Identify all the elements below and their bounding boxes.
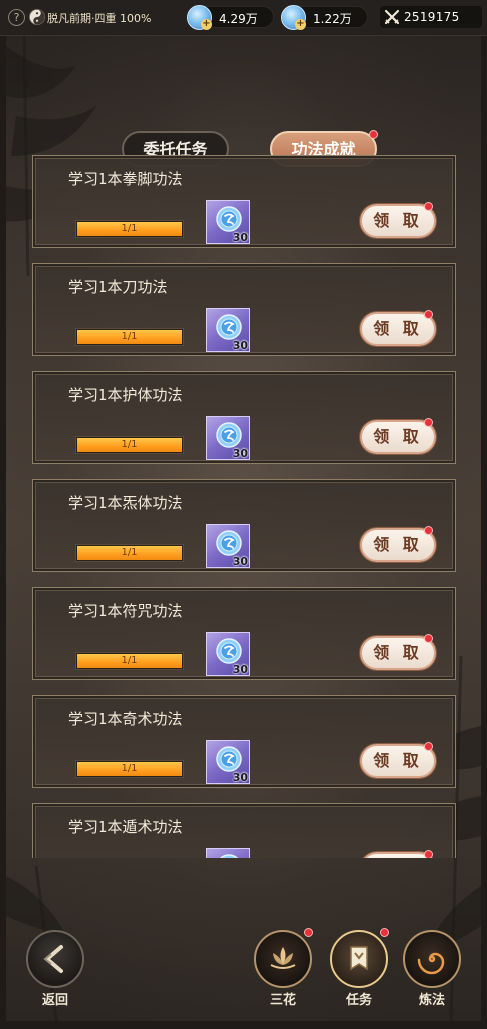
claim-button[interactable]: 领 取 [360, 310, 436, 346]
reward-count: 30 [232, 771, 248, 784]
progress-bar: 1/1 [75, 328, 184, 346]
currency-spirit-stone[interactable]: + 4.29万 [187, 5, 274, 30]
claim-label: 领 取 [373, 319, 423, 338]
progress-text: 1/1 [121, 655, 138, 666]
spirit-gem-icon [216, 530, 242, 556]
task-row: 学习1本符咒功法 1/1 30 领 取 [32, 587, 456, 680]
task-banner-icon [350, 946, 368, 971]
progress-bar: 1/1 [75, 436, 184, 454]
notification-badge [424, 418, 433, 427]
swirl-icon [417, 952, 445, 975]
notification-badge [424, 850, 433, 858]
top-status-bar: ? 脱凡前期·四重 100% + 4.29万 + 1.22万 2519175 [0, 0, 487, 36]
claim-label: 领 取 [373, 427, 423, 446]
claim-button[interactable]: 领 取 [360, 742, 436, 778]
currency-spirit-jade[interactable]: + 1.22万 [281, 5, 368, 30]
plus-icon[interactable]: + [201, 19, 212, 30]
reward-item[interactable]: 30 [206, 200, 250, 244]
reward-count: 30 [232, 663, 248, 676]
task-list[interactable]: 学习1本拳脚功法 1/1 30 领 取 学习1本刀功法 1/1 30 领 取 学… [30, 152, 458, 858]
back-label: 返回 [41, 993, 68, 1008]
yinyang-icon [29, 9, 45, 25]
nav-three-flowers[interactable] [254, 928, 313, 988]
task-row: 学习1本炁体功法 1/1 30 领 取 [32, 479, 456, 572]
currency-value: 4.29万 [219, 12, 258, 26]
spirit-gem-icon [216, 206, 242, 232]
reward-item[interactable]: 30 [206, 308, 250, 352]
reward-item[interactable]: 30 [206, 524, 250, 568]
notification-badge [424, 634, 433, 643]
task-row: 学习1本拳脚功法 1/1 30 领 取 [32, 155, 456, 248]
reward-item[interactable]: 30 [206, 416, 250, 460]
notification-badge [304, 928, 313, 937]
progress-text: 1/1 [121, 763, 138, 774]
progress-bar: 1/1 [75, 760, 184, 778]
nav-three-flowers-label: 三花 [269, 993, 296, 1008]
notification-badge [380, 928, 389, 937]
claim-button[interactable]: 领 取 [360, 202, 436, 238]
task-title: 学习1本刀功法 [68, 278, 168, 296]
claim-button[interactable]: 领 取 [360, 634, 436, 670]
claim-button[interactable]: 领 取 [360, 526, 436, 562]
help-icon[interactable]: ? [8, 9, 25, 26]
reward-count: 30 [232, 339, 248, 352]
spirit-gem-icon [219, 854, 239, 858]
nav-task-label: 任务 [345, 993, 372, 1008]
reward-item[interactable]: 30 [206, 740, 250, 784]
progress-text: 1/1 [121, 331, 138, 342]
notification-badge [424, 742, 433, 751]
notification-badge [424, 526, 433, 535]
back-button[interactable] [26, 930, 84, 988]
realm-status-text: 脱凡前期·四重 100% [47, 12, 152, 25]
currency-value: 1.22万 [313, 12, 352, 26]
spirit-gem-icon [216, 746, 242, 772]
lotus-icon [270, 947, 296, 969]
spirit-gem-icon [216, 314, 242, 340]
task-title: 学习1本符咒功法 [68, 602, 183, 620]
notification-badge [424, 310, 433, 319]
reward-count: 30 [232, 447, 248, 460]
spirit-gem-icon [216, 638, 242, 664]
claim-label: 领 取 [373, 211, 423, 230]
notification-badge [424, 202, 433, 211]
task-row: 学习1本护体功法 1/1 30 领 取 [32, 371, 456, 464]
task-title: 学习1本奇术功法 [68, 710, 183, 728]
progress-bar: 1/1 [75, 220, 184, 238]
crossed-swords-icon [384, 9, 400, 25]
reward-item[interactable]: 30 [206, 848, 250, 858]
reward-count: 30 [232, 555, 248, 568]
combat-power: 2519175 [380, 6, 482, 28]
reward-item[interactable]: 30 [206, 632, 250, 676]
progress-bar: 1/1 [75, 652, 184, 670]
progress-text: 1/1 [121, 439, 138, 450]
claim-label: 领 取 [373, 535, 423, 554]
progress-text: 1/1 [121, 223, 138, 234]
task-title: 学习1本炁体功法 [68, 494, 183, 512]
plus-icon[interactable]: + [295, 19, 306, 30]
progress-bar: 1/1 [75, 544, 184, 562]
reward-count: 30 [232, 231, 248, 244]
task-title: 学习1本护体功法 [68, 386, 183, 404]
task-row: 学习1本遁术功法 1/1 30 领 取 [32, 803, 456, 858]
claim-button[interactable]: 领 取 [360, 418, 436, 454]
claim-button[interactable]: 领 取 [360, 850, 436, 858]
task-row: 学习1本奇术功法 1/1 30 领 取 [32, 695, 456, 788]
power-value: 2519175 [404, 10, 460, 24]
claim-label: 领 取 [373, 751, 423, 770]
nav-task[interactable] [330, 928, 389, 988]
nav-refine-label: 炼法 [418, 993, 445, 1008]
spirit-gem-icon [216, 422, 242, 448]
task-row: 学习1本刀功法 1/1 30 领 取 [32, 263, 456, 356]
claim-label: 领 取 [373, 643, 423, 662]
task-title: 学习1本遁术功法 [68, 818, 183, 836]
back-arrow-icon [43, 945, 63, 973]
task-title: 学习1本拳脚功法 [68, 170, 183, 188]
notification-badge [369, 130, 378, 139]
nav-refine[interactable] [403, 930, 461, 988]
progress-text: 1/1 [121, 547, 138, 558]
